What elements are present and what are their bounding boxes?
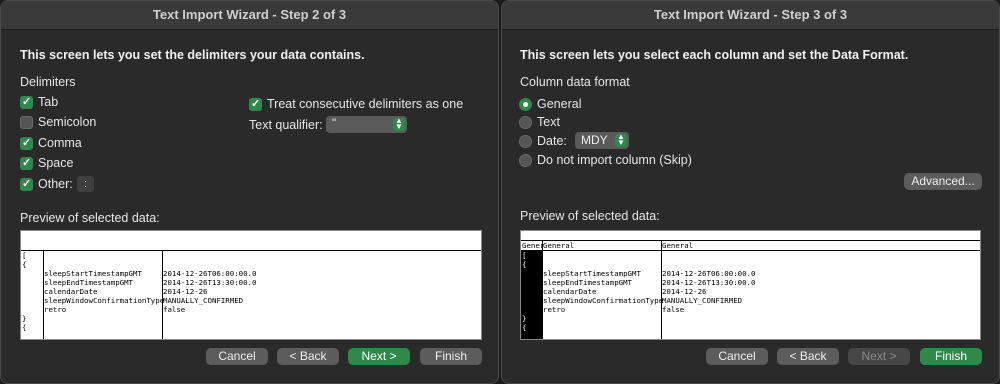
comma-checkbox[interactable]	[20, 136, 33, 150]
preview-cell: retro	[543, 305, 566, 314]
step2-preview-heading: Preview of selected data:	[20, 211, 160, 225]
other-label: Other:	[38, 177, 73, 191]
preview-cell: sleepWindowConfirmationType	[44, 296, 165, 305]
preview-cell: sleepStartTimestampGMT	[44, 269, 142, 278]
preview-cell: 2014-12-26T13:30:00.0	[662, 278, 756, 287]
preview-cell: MANUALLY_CONFIRMED	[163, 296, 244, 305]
preview-cell: false	[163, 305, 186, 314]
qualifier-select[interactable]: " ▲ ▼	[326, 116, 407, 133]
preview-cell: {	[22, 323, 27, 332]
preview-cell: false	[662, 305, 685, 314]
preview-cell: }	[22, 314, 27, 323]
tab-label: Tab	[38, 95, 59, 109]
preview-cell: sleepStartTimestampGMT	[543, 269, 641, 278]
step3-preview-heading: Preview of selected data:	[520, 209, 660, 223]
finish-button[interactable]: Finish	[920, 348, 982, 365]
step3-preview-table: Gener General General [{}{ sleepStartTim…	[520, 230, 981, 340]
cancel-button[interactable]: Cancel	[206, 348, 268, 365]
preview-cell: 2014-12-26T06:00:00.0	[163, 269, 257, 278]
step3-intro: This screen lets you select each column …	[520, 48, 909, 62]
consecutive-checkbox[interactable]	[249, 97, 262, 111]
text-label: Text	[537, 115, 560, 129]
preview-cell: {	[522, 323, 527, 332]
preview-header-divider	[521, 250, 980, 251]
general-label: General	[537, 97, 582, 111]
date-radio[interactable]	[519, 135, 532, 148]
preview-cell: calendarDate	[543, 287, 597, 296]
next-button: Next >	[848, 348, 910, 365]
updown-chevron-icon: ▲ ▼	[393, 117, 405, 131]
column-header-3[interactable]: General	[662, 241, 693, 250]
date-format-select[interactable]: MDY ▲ ▼	[575, 132, 629, 149]
preview-cell: }	[522, 314, 527, 323]
general-radio[interactable]	[519, 98, 532, 111]
format-heading: Column data format	[520, 75, 630, 89]
qualifier-label: Text qualifier:	[249, 118, 323, 132]
finish-button[interactable]: Finish	[420, 348, 482, 365]
semicolon-checkbox[interactable]	[20, 116, 33, 129]
date-label: Date:	[537, 134, 567, 148]
advanced-button[interactable]: Advanced...	[904, 173, 982, 190]
preview-cell: sleepWindowConfirmationType	[543, 296, 664, 305]
column-header-2[interactable]: General	[543, 241, 574, 250]
step2-dialog: Text Import Wizard - Step 2 of 3 This sc…	[0, 0, 499, 384]
skip-label: Do not import column (Skip)	[537, 153, 692, 167]
step2-intro: This screen lets you set the delimiters …	[20, 48, 365, 62]
preview-cell: 2014-12-26T13:30:00.0	[163, 278, 257, 287]
preview-cell: retro	[44, 305, 67, 314]
preview-cell: 2014-12-26	[662, 287, 707, 296]
space-label: Space	[38, 156, 74, 170]
column-header-1[interactable]: Gener	[522, 241, 544, 250]
delimiters-heading: Delimiters	[20, 75, 76, 89]
step2-title: Text Import Wizard - Step 2 of 3	[1, 1, 498, 30]
step3-dialog: Text Import Wizard - Step 3 of 3 This sc…	[501, 0, 1000, 384]
cancel-button[interactable]: Cancel	[706, 348, 768, 365]
tab-checkbox[interactable]	[20, 95, 33, 109]
step2-preview-table: [{}{ sleepStartTimestampGMT sleepEndTimes…	[20, 230, 482, 340]
back-button[interactable]: < Back	[777, 348, 839, 365]
preview-cell: calendarDate	[44, 287, 98, 296]
qualifier-value: "	[332, 118, 337, 130]
preview-cell: [	[522, 251, 527, 260]
preview-cell: 2014-12-26	[163, 287, 208, 296]
updown-chevron-icon: ▲ ▼	[615, 133, 627, 147]
semicolon-label: Semicolon	[38, 115, 97, 129]
skip-radio[interactable]	[519, 154, 532, 167]
consecutive-label: Treat consecutive delimiters as one	[267, 97, 464, 111]
preview-cell: MANUALLY_CONFIRMED	[662, 296, 743, 305]
preview-cell: {	[522, 260, 527, 269]
preview-header-divider	[21, 250, 481, 251]
date-format-value: MDY	[581, 133, 608, 147]
preview-cell: {	[22, 260, 27, 269]
preview-top-divider	[521, 240, 980, 241]
preview-cell: sleepEndTimestampGMT	[44, 278, 133, 287]
preview-cell: 2014-12-26T06:00:00.0	[662, 269, 756, 278]
space-checkbox[interactable]	[20, 156, 33, 170]
step3-title: Text Import Wizard - Step 3 of 3	[502, 1, 999, 30]
preview-cell: [	[22, 251, 27, 260]
other-checkbox[interactable]	[20, 177, 33, 191]
other-input[interactable]: :	[77, 176, 94, 192]
text-radio[interactable]	[519, 116, 532, 129]
preview-cell: sleepEndTimestampGMT	[543, 278, 632, 287]
back-button[interactable]: < Back	[277, 348, 339, 365]
comma-label: Comma	[38, 136, 82, 150]
next-button[interactable]: Next >	[348, 348, 410, 365]
